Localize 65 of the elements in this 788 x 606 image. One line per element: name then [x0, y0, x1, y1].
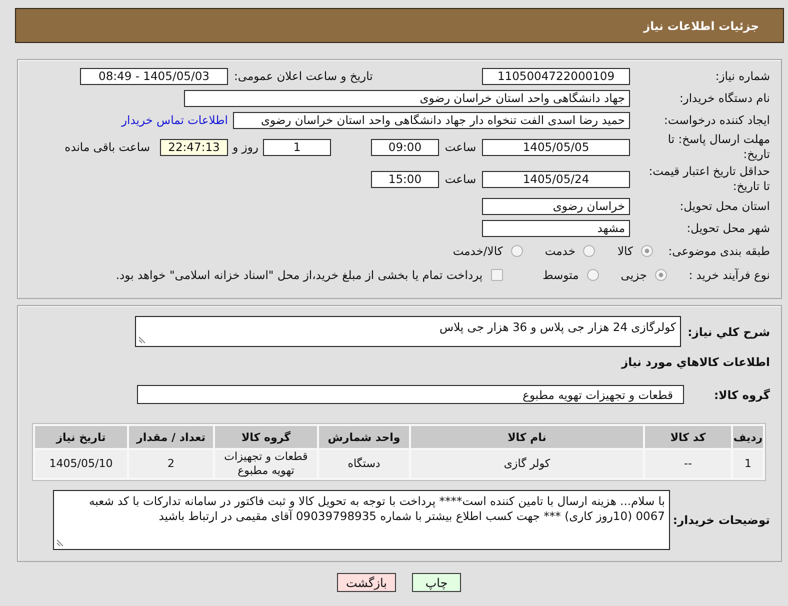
- field-label: شماره نیاز:: [714, 69, 770, 83]
- item-group-cell: قطعات و تجهیزات تهویه مطبوع: [215, 450, 317, 478]
- column-header: تعداد / مقدار: [129, 426, 213, 448]
- field-label: مهلت ارسال پاسخ: تا تاریخ:: [666, 132, 770, 162]
- time-field: 15:00: [371, 170, 439, 188]
- date-field: 1405/05/05: [482, 138, 630, 156]
- remaining-time-label: ساعت باقی مانده: [64, 140, 150, 154]
- radio-button[interactable]: [641, 245, 653, 257]
- radio-button[interactable]: [655, 269, 667, 281]
- section-heading: اطلاعات کالاهاي مورد نياز: [620, 355, 770, 370]
- date-field: 1405/05/24: [482, 170, 630, 188]
- option-label: خدمت: [544, 244, 576, 258]
- radio-button[interactable]: [586, 269, 599, 281]
- datetime-field: 1405/05/03 - 08:49: [80, 68, 228, 84]
- field-label: توضیحات خریدار:: [672, 513, 770, 527]
- field-label: نوع فرآیند خرید :: [688, 268, 770, 282]
- field-label: گروه کالا:: [713, 388, 770, 402]
- print-button[interactable]: چاپ: [412, 573, 461, 592]
- resize-grip-icon: [138, 336, 146, 344]
- column-header: ردیف: [733, 426, 763, 448]
- remaining-time-field: 22:47:13: [160, 138, 228, 156]
- description-text: کولرگازی 24 هزار جی پلاس و 36 هزار جی پلاس: [438, 320, 676, 334]
- row-number-cell: 1: [733, 450, 763, 478]
- field-label: ایجاد کننده درخواست:: [663, 113, 770, 127]
- buyer-notes-text: با سلام... هزینه ارسال با تامین کننده است**** پرداخت با توجه به تحویل کالا و ثبت فاکتور در سامانه تدارکات با کد شعبه 0067 (10روز کاری) *** جهت کسب اطلاع بیشتر با شماره 09039798935 آقای مقیمی در ارتباط باشید: [88, 494, 665, 524]
- field-label: شرح کلي نياز:: [686, 324, 770, 338]
- resize-grip-icon: [56, 539, 64, 547]
- field-label: تاریخ و ساعت اعلان عمومی:: [234, 69, 373, 83]
- radio-button[interactable]: [583, 245, 596, 257]
- option-label: کالا: [617, 244, 633, 258]
- item-group-field: قطعات و تجهیزات تهویه مطبوع: [137, 385, 684, 404]
- option-label: متوسط: [542, 268, 579, 282]
- checkbox-label: پرداخت تمام یا بخشی از مبلغ خرید،از محل "اسناد خزانه اسلامی" خواهد بود.: [116, 268, 483, 282]
- need-date-cell: 1405/05/10: [35, 450, 127, 478]
- checkbox[interactable]: [490, 269, 503, 281]
- radio-button[interactable]: [510, 245, 523, 257]
- city-field: مشهد: [482, 220, 630, 236]
- column-header: واحد شمارش: [319, 426, 409, 448]
- days-label: روز و: [231, 140, 260, 154]
- page-title: جزئیات اطلاعات نیاز: [643, 18, 759, 32]
- column-header: کد کالا: [645, 426, 731, 448]
- option-label: کالا/خدمت: [452, 244, 503, 258]
- item-name-cell: کولر گازی: [411, 450, 643, 478]
- field-label: شهر محل تحویل:: [686, 221, 770, 235]
- field-label: حداقل تاریخ اعتبار قیمت: تا تاریخ:: [648, 164, 770, 194]
- time-label: ساعت: [444, 172, 478, 186]
- days-field: 1: [263, 138, 331, 156]
- option-label: جزیی: [620, 268, 647, 282]
- column-header: نام کالا: [411, 426, 643, 448]
- field-label: استان محل تحویل:: [678, 199, 770, 213]
- unit-cell: دستگاه: [319, 450, 409, 478]
- column-header: گروه کالا: [215, 426, 317, 448]
- field-label: طبقه بندی موضوعی:: [667, 244, 770, 258]
- column-header: تاریخ نیاز: [35, 426, 127, 448]
- item-code-cell: --: [645, 450, 731, 478]
- province-field: خراسان رضوی: [482, 198, 630, 214]
- buyer-contact-link[interactable]: اطلاعات تماس خریدار: [121, 113, 228, 127]
- field-label: نام دستگاه خریدار:: [678, 91, 770, 105]
- back-button[interactable]: بازگشت: [337, 573, 396, 592]
- time-field: 09:00: [371, 138, 439, 156]
- time-label: ساعت: [444, 140, 478, 154]
- quantity-cell: 2: [129, 450, 213, 478]
- requester-field: حمید رضا اسدی الفت تنخواه دار جهاد دانشگاهی واحد استان خراسان رضوی: [233, 112, 630, 128]
- buyer-organization-field: جهاد دانشگاهی واحد استان خراسان رضوی: [184, 90, 630, 106]
- need-number-field: 1105004722000109: [482, 68, 630, 84]
